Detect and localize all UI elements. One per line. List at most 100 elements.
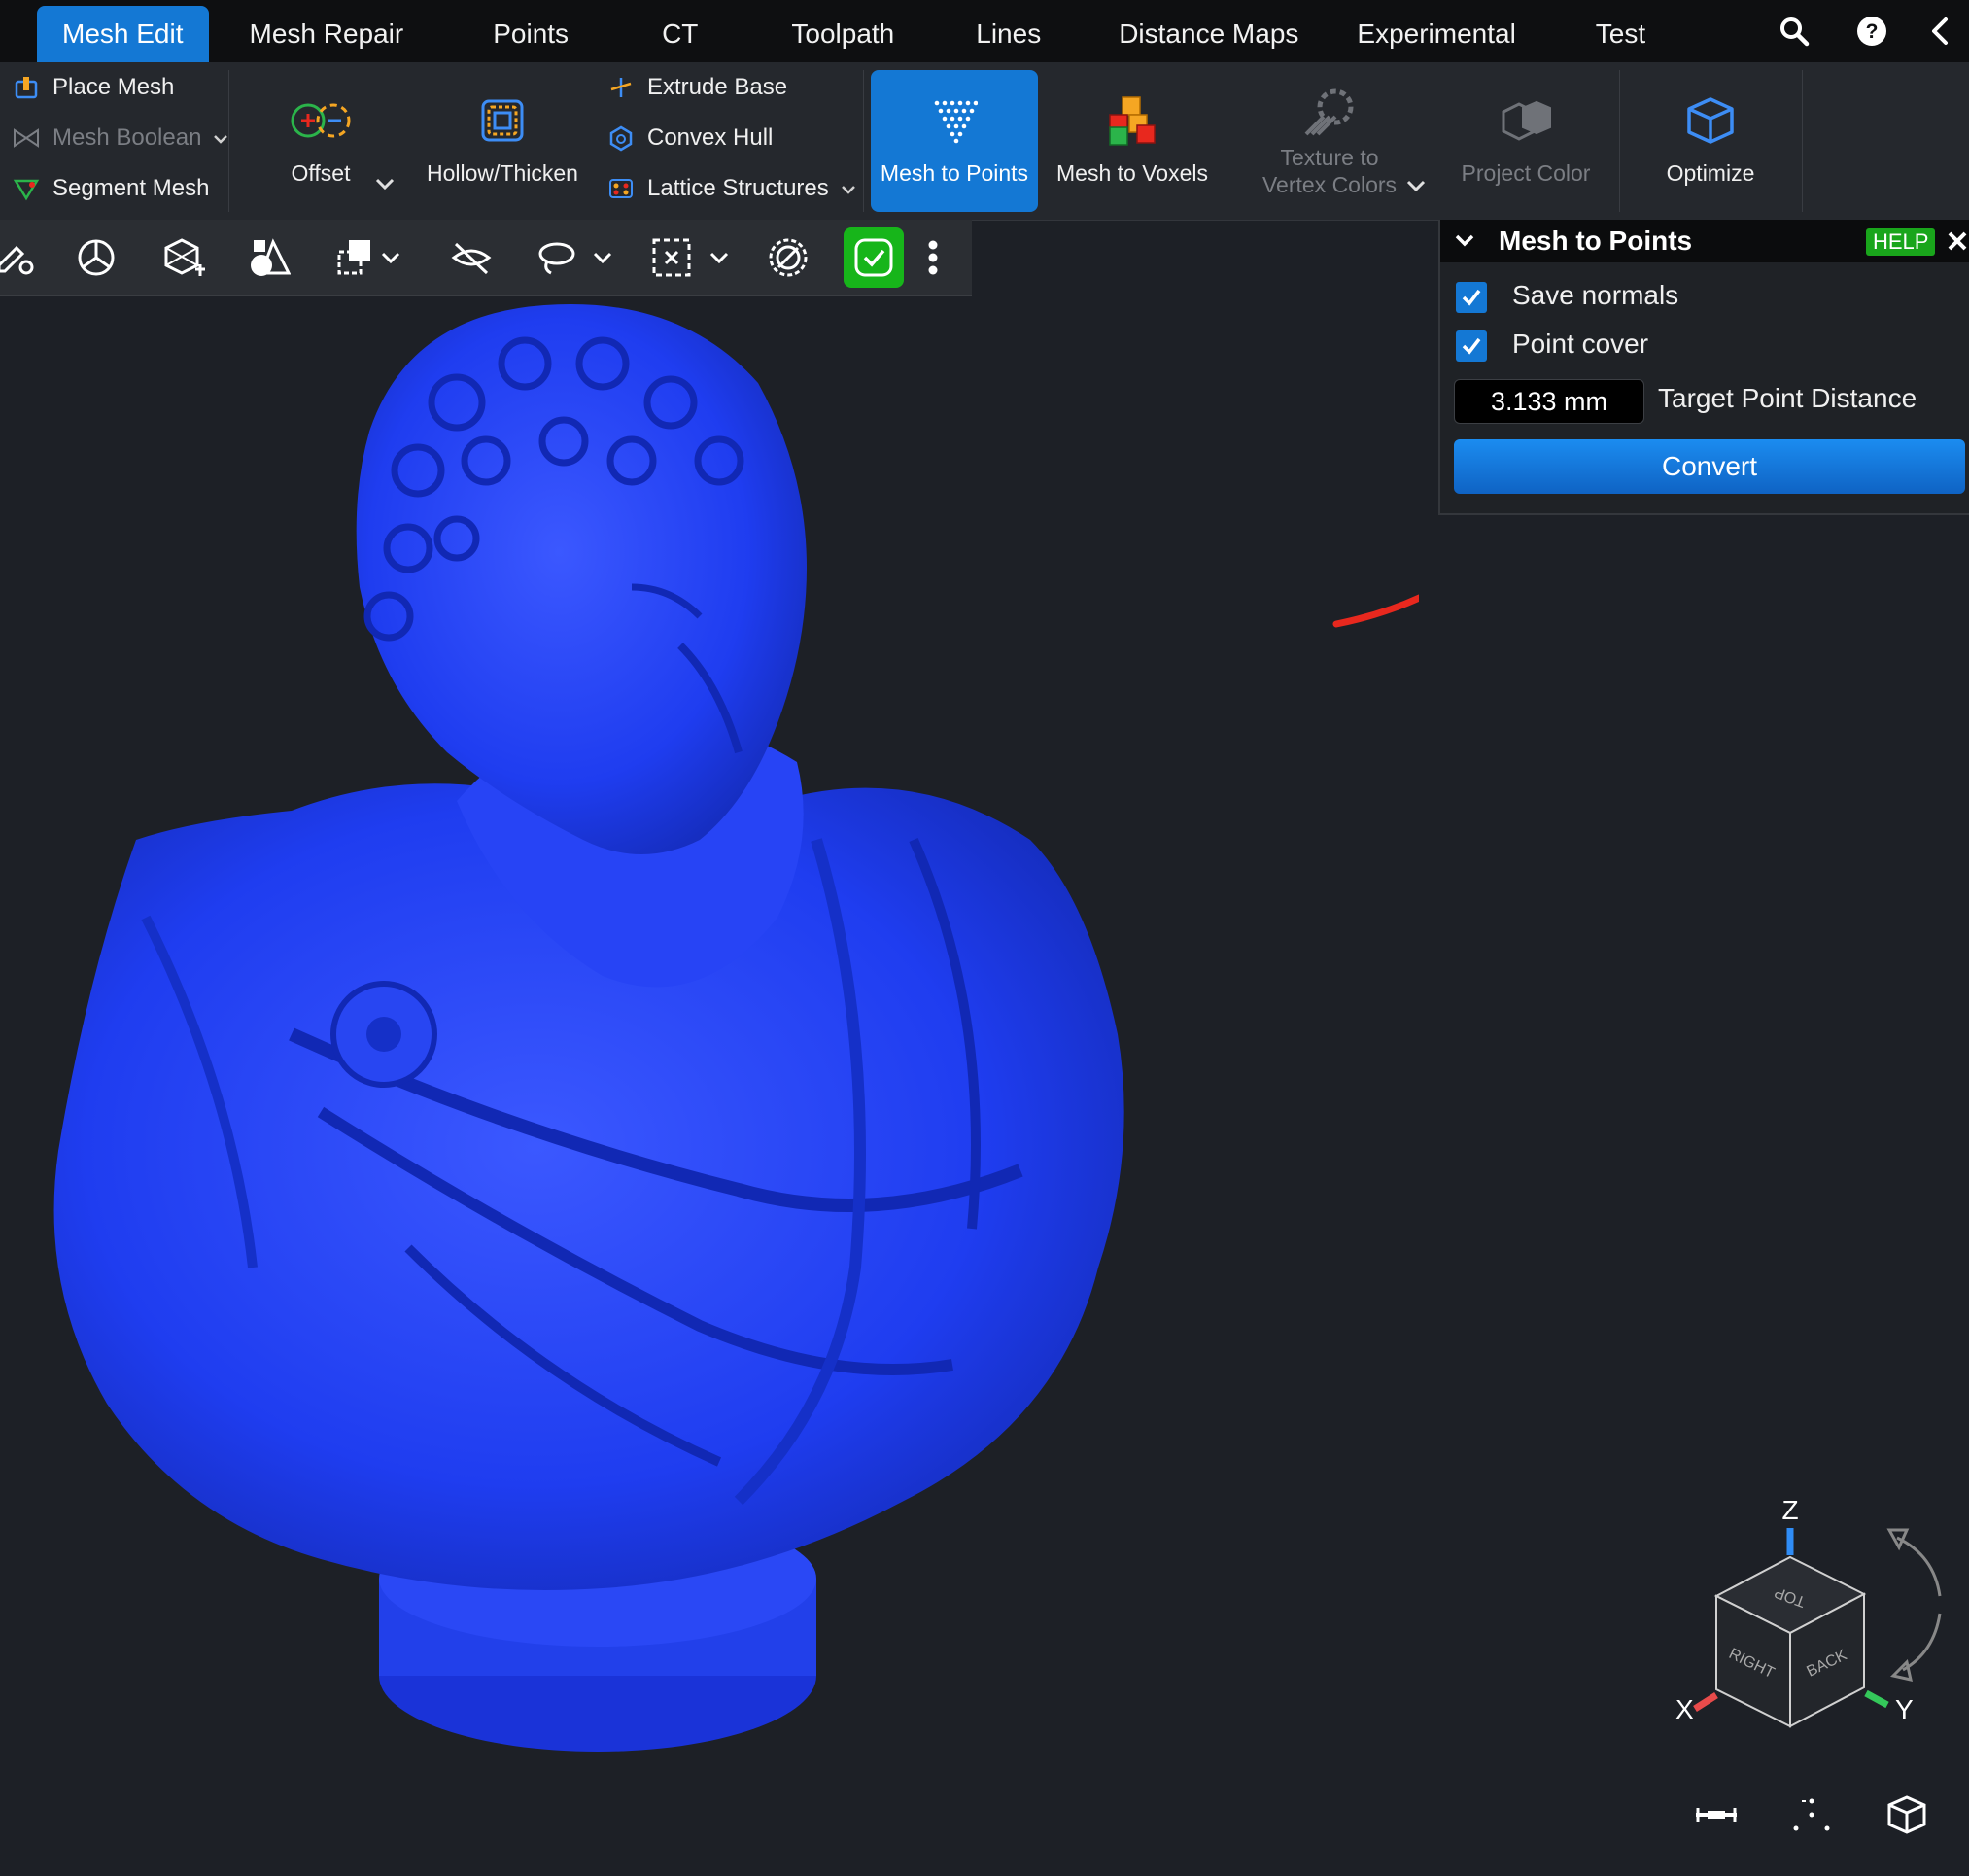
point-cover-checkbox[interactable] <box>1456 330 1487 362</box>
deselect-icon[interactable] <box>758 227 818 288</box>
z-axis-label: Z <box>1781 1495 1798 1525</box>
project-color-label: Project Color <box>1461 160 1591 186</box>
ribbon-divider <box>1619 70 1620 212</box>
hollow-thicken-label: Hollow/Thicken <box>427 160 578 186</box>
mesh-to-points-button[interactable]: Mesh to Points <box>871 70 1038 212</box>
optimize-icon <box>1685 82 1736 159</box>
lasso-icon[interactable] <box>525 227 585 288</box>
close-icon[interactable] <box>1946 229 1969 258</box>
x-axis-line <box>1693 1692 1718 1712</box>
more-icon[interactable] <box>908 227 958 288</box>
hollow-thicken-button[interactable]: Hollow/Thicken <box>420 70 585 212</box>
clone-dropdown-chevron-icon[interactable] <box>371 227 410 288</box>
help-button[interactable]: HELP <box>1866 228 1936 256</box>
target-point-distance-label: Target Point Distance <box>1658 383 1917 413</box>
mesh-boolean-icon <box>12 123 41 153</box>
point-cover-label: Point cover <box>1512 329 1649 359</box>
project-color-button[interactable]: Project Color <box>1446 70 1606 212</box>
mesh-to-voxels-button[interactable]: Mesh to Voxels <box>1050 70 1215 212</box>
ribbon-divider <box>228 70 229 212</box>
mesh-to-voxels-icon <box>1106 82 1158 159</box>
segment-mesh-label: Segment Mesh <box>52 175 210 201</box>
convex-hull-icon <box>606 123 636 153</box>
edit-settings-icon[interactable] <box>0 227 47 288</box>
search-icon[interactable] <box>1755 0 1833 62</box>
wireframe-cube-icon[interactable] <box>1880 1790 1934 1839</box>
tab-mesh-repair[interactable]: Mesh Repair <box>225 6 430 62</box>
save-normals-checkbox[interactable] <box>1456 282 1487 313</box>
panel-collapse-chevron-icon[interactable] <box>1454 231 1475 256</box>
tab-ct[interactable]: CT <box>637 6 723 62</box>
mesh-to-points-icon <box>931 82 978 159</box>
hollow-thicken-icon <box>479 82 526 159</box>
viewport-toolbar <box>0 220 972 296</box>
segment-mesh-button[interactable]: Segment Mesh <box>12 165 209 212</box>
offset-icon <box>287 82 355 159</box>
mesh-to-voxels-label: Mesh to Voxels <box>1056 160 1208 186</box>
x-axis-label: X <box>1675 1694 1694 1724</box>
offset-button[interactable]: Offset <box>272 70 369 212</box>
lattice-structures-icon <box>606 174 636 203</box>
tab-mesh-edit[interactable]: Mesh Edit <box>37 6 209 62</box>
tab-experimental[interactable]: Experimental <box>1331 6 1540 62</box>
place-mesh-button[interactable]: Place Mesh <box>12 64 174 111</box>
lasso-dropdown-chevron-icon[interactable] <box>583 227 622 288</box>
extrude-base-icon <box>606 73 636 102</box>
extrude-base-label: Extrude Base <box>647 74 788 100</box>
box-select-icon[interactable] <box>641 227 702 288</box>
convex-hull-button[interactable]: Convex Hull <box>606 115 773 161</box>
mercedes-select-icon[interactable] <box>66 227 126 288</box>
texture-dropdown-chevron-icon[interactable] <box>1405 179 1427 197</box>
tab-lines[interactable]: Lines <box>950 6 1066 62</box>
convex-hull-label: Convex Hull <box>647 124 774 151</box>
panel-title: Mesh to Points <box>1499 226 1693 256</box>
extrude-base-button[interactable]: Extrude Base <box>606 64 787 111</box>
texture-to-vertex-colors-label-line1: Texture to <box>1280 145 1379 170</box>
mesh-boolean-label: Mesh Boolean <box>52 124 202 151</box>
place-mesh-label: Place Mesh <box>52 74 175 100</box>
offset-label: Offset <box>291 160 351 186</box>
rotate-down-icon[interactable] <box>1890 1613 1942 1682</box>
box-select-dropdown-chevron-icon[interactable] <box>700 227 739 288</box>
ribbon-divider <box>1802 70 1803 212</box>
3d-viewport[interactable] <box>0 295 1419 1876</box>
lattice-structures-label: Lattice Structures <box>647 175 829 201</box>
tab-toolpath[interactable]: Toolpath <box>766 6 919 62</box>
help-icon[interactable]: ? <box>1833 0 1911 62</box>
y-axis-label: Y <box>1895 1694 1914 1724</box>
save-normals-label: Save normals <box>1512 280 1679 310</box>
primitives-icon[interactable] <box>239 227 299 288</box>
mesh-to-points-panel: Mesh to Points HELP Save normals Point c… <box>1438 220 1969 515</box>
mesh-boolean-button[interactable]: Mesh Boolean <box>12 115 228 161</box>
texture-to-vertex-colors-button[interactable]: Texture to Vertex Colors <box>1244 70 1415 212</box>
offset-dropdown-chevron-icon[interactable] <box>374 177 396 195</box>
chevron-down-icon[interactable] <box>841 175 856 202</box>
measure-icon[interactable] <box>1689 1790 1744 1839</box>
bust-model[interactable] <box>53 304 1124 1752</box>
svg-text:?: ? <box>1866 20 1879 43</box>
transform-icon[interactable] <box>154 227 214 288</box>
tab-test[interactable]: Test <box>1571 6 1671 62</box>
convert-button[interactable]: Convert <box>1454 439 1965 494</box>
tab-distance-maps[interactable]: Distance Maps <box>1093 6 1324 62</box>
tab-points[interactable]: Points <box>467 6 594 62</box>
optimize-button[interactable]: Optimize <box>1629 70 1792 212</box>
lattice-structures-button[interactable]: Lattice Structures <box>606 165 856 212</box>
ribbon-divider <box>863 70 864 212</box>
texture-to-vertex-colors-icon <box>1302 82 1357 144</box>
confirm-icon[interactable] <box>844 227 904 288</box>
texture-to-vertex-colors-label-line2: Vertex Colors <box>1261 172 1398 197</box>
hide-icon[interactable] <box>441 227 501 288</box>
view-cube-gizmo[interactable]: Z X Y TOP RIGHT BACK <box>1652 1487 1963 1730</box>
place-mesh-icon <box>12 73 41 102</box>
main-tab-bar: Mesh Edit Mesh Repair Points CT Toolpath… <box>0 0 1969 62</box>
target-point-distance-input[interactable] <box>1454 379 1644 424</box>
rotate-up-icon[interactable] <box>1886 1528 1942 1597</box>
mesh-to-points-label: Mesh to Points <box>880 160 1029 186</box>
points-mode-icon[interactable] <box>1784 1790 1839 1839</box>
collapse-left-icon[interactable] <box>1911 0 1969 62</box>
ribbon-toolbar: Place Mesh Mesh Boolean Segment Mesh Off… <box>0 62 1969 221</box>
chevron-down-icon[interactable] <box>213 124 228 152</box>
project-color-icon <box>1498 82 1554 159</box>
y-axis-line <box>1864 1689 1889 1709</box>
